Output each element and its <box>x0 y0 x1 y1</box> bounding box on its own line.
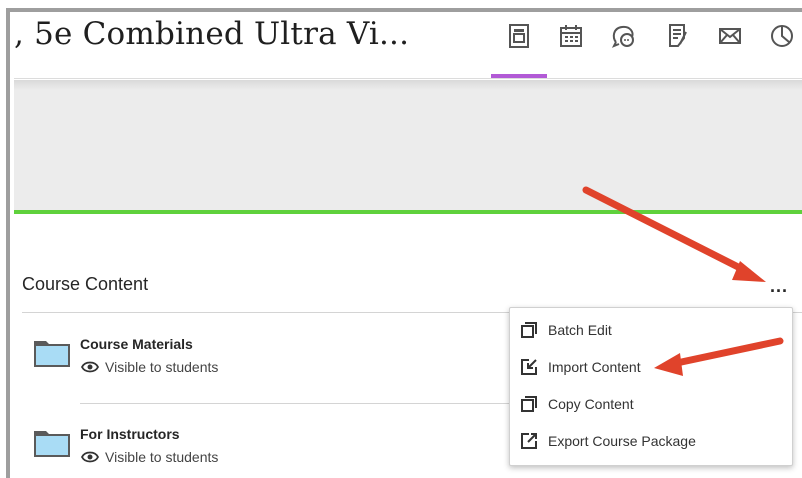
menu-item-import-content[interactable]: Import Content <box>520 355 641 379</box>
section-title: Course Content <box>22 274 149 294</box>
folder-icon <box>32 427 72 459</box>
folder-icon <box>32 337 72 369</box>
gradebook-icon[interactable] <box>664 22 692 50</box>
eye-icon <box>81 361 99 373</box>
menu-item-export-course-package[interactable]: Export Course Package <box>520 429 696 453</box>
analytics-icon[interactable] <box>768 22 796 50</box>
visibility-status[interactable]: Visible to students <box>81 359 218 375</box>
more-options-button[interactable]: ... <box>770 276 788 297</box>
course-title: , 5e Combined Ultra Vi... <box>14 16 410 52</box>
menu-item-label: Import Content <box>548 359 641 375</box>
menu-item-label: Copy Content <box>548 396 634 412</box>
header-divider <box>14 78 802 79</box>
messages-icon[interactable] <box>716 22 744 50</box>
visibility-label: Visible to students <box>105 449 219 465</box>
eye-icon <box>81 451 99 463</box>
menu-item-label: Batch Edit <box>548 322 612 338</box>
discussions-icon[interactable] <box>610 22 638 50</box>
banner-accent-line <box>14 210 802 214</box>
menu-item-batch-edit[interactable]: Batch Edit <box>520 318 612 342</box>
copy-icon <box>521 396 537 412</box>
list-item-title[interactable]: For Instructors <box>80 426 180 442</box>
import-icon <box>521 359 537 375</box>
export-icon <box>521 433 537 449</box>
visibility-label: Visible to students <box>105 359 219 375</box>
calendar-icon[interactable] <box>557 22 585 50</box>
list-item-divider <box>80 403 510 404</box>
content-icon[interactable] <box>505 22 533 50</box>
menu-item-label: Export Course Package <box>548 433 696 449</box>
visibility-status[interactable]: Visible to students <box>81 449 218 465</box>
course-banner <box>14 80 802 211</box>
batch-edit-icon <box>521 322 537 338</box>
more-options-menu: Batch Edit Import Content Copy Content E… <box>509 307 793 466</box>
list-item-title[interactable]: Course Materials <box>80 336 193 352</box>
menu-item-copy-content[interactable]: Copy Content <box>520 392 634 416</box>
